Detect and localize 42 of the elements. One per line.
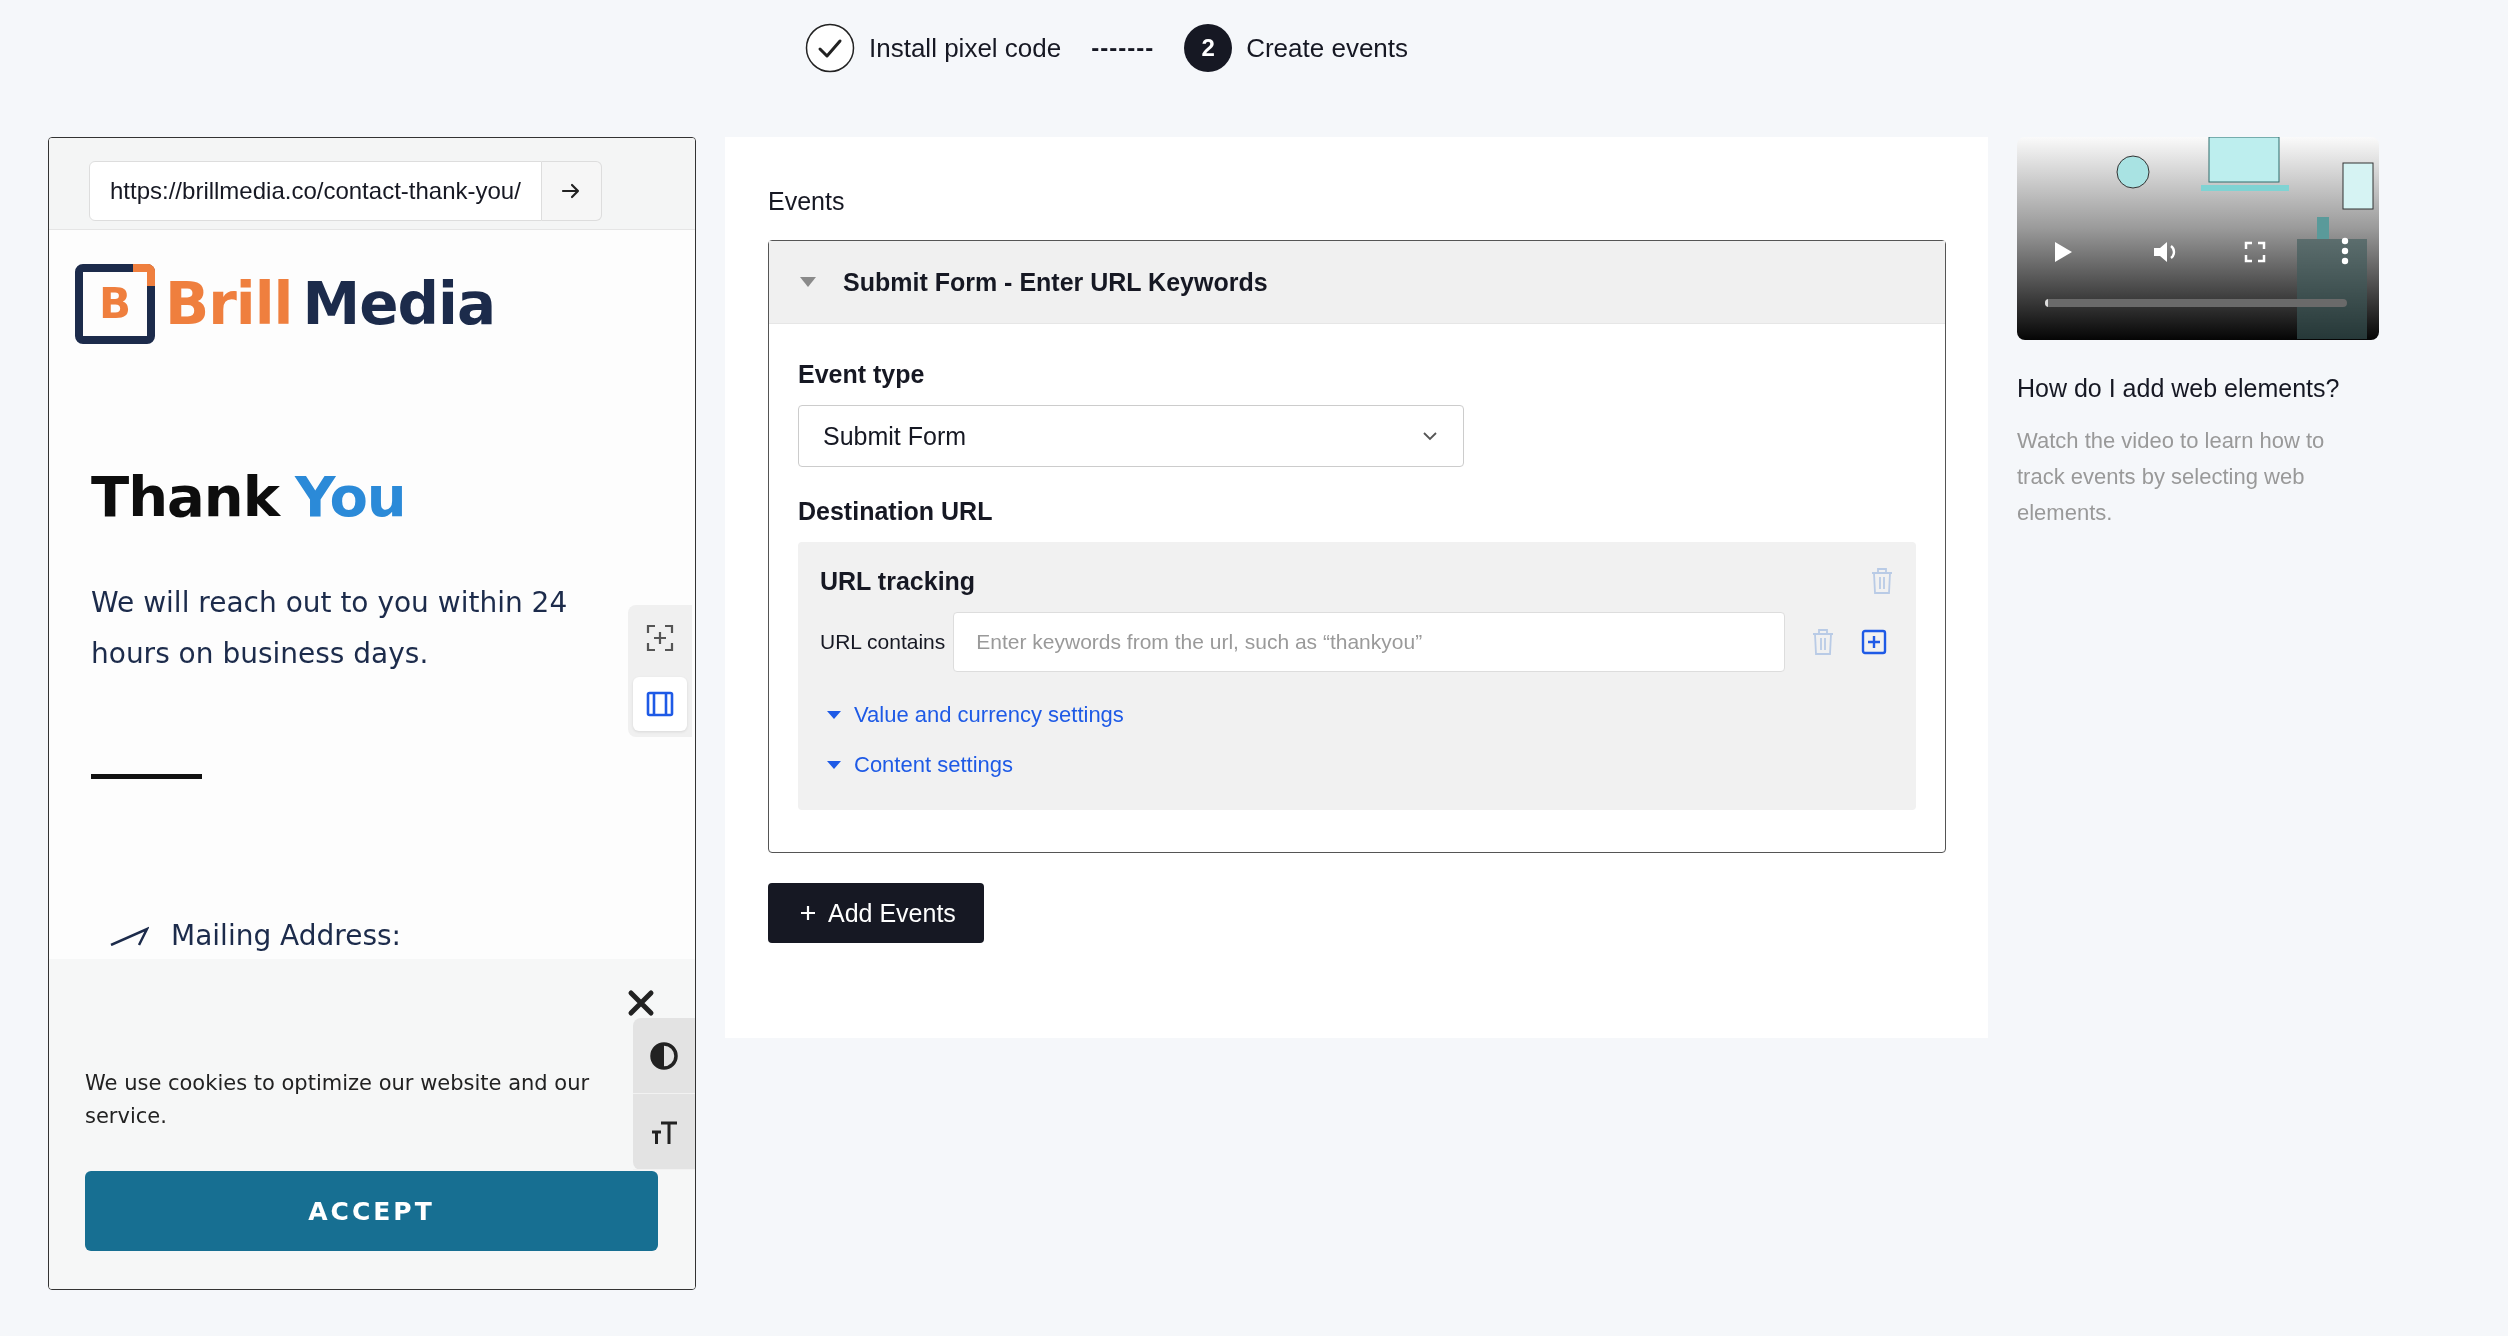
caret-icon	[826, 710, 842, 720]
chevron-down-icon	[1421, 430, 1439, 442]
thank-you-message: We will reach out to you within 24 hours on business days.	[91, 585, 569, 672]
cookie-message: We use cookies to optimize our website and our service.	[85, 1070, 591, 1130]
help-text: Watch the video to learn how to track events by selecting web elements.	[2017, 427, 2326, 527]
keyword-input[interactable]: Enter keywords from the url, such as “thankyou”	[953, 612, 1786, 672]
url-field[interactable]: https://brillmedia.co/contact-thank-you/	[89, 160, 542, 221]
crosshair-frame-icon	[645, 623, 675, 653]
rule-label: URL contains	[820, 630, 946, 654]
logo-word: Media	[302, 270, 496, 338]
help-title: How do I add web elements?	[2017, 374, 2341, 403]
settings-link[interactable]: Value and currency settings	[820, 690, 1124, 740]
logo-word: Brill	[165, 270, 293, 338]
accept-button[interactable]: ACCEPT	[85, 1171, 658, 1251]
logo-mark: B	[75, 264, 155, 344]
step-connector: -------	[1091, 34, 1155, 62]
contrast-icon	[649, 1040, 679, 1071]
step-number: 2	[1184, 24, 1233, 72]
settings-link[interactable]: Content settings	[820, 740, 1013, 790]
tracking-title: URL tracking	[820, 566, 976, 596]
columns-tool-button[interactable]	[633, 677, 687, 731]
add-events-button[interactable]: Add Events	[768, 883, 984, 943]
field-label: Event type	[798, 360, 926, 389]
event-title: Submit Form - Enter URL Keywords	[843, 267, 1268, 297]
event-header[interactable]: Submit Form - Enter URL Keywords	[769, 241, 1945, 324]
add-square-icon[interactable]	[1861, 629, 1888, 655]
plus-icon	[798, 903, 818, 923]
paper-plane-icon	[109, 925, 149, 946]
play-icon[interactable]	[2053, 241, 2073, 263]
field-label: Destination URL	[798, 497, 994, 526]
columns-icon	[645, 689, 675, 719]
fullscreen-icon[interactable]	[2244, 241, 2266, 263]
step-label: Install pixel code	[869, 32, 1062, 64]
step-label: Create events	[1246, 32, 1409, 64]
section-title: Events	[768, 187, 845, 216]
more-icon[interactable]	[2340, 237, 2350, 265]
heading-word: You	[294, 464, 406, 529]
heading-word: Thank	[91, 464, 279, 529]
close-icon[interactable]	[627, 989, 655, 1017]
caret-icon	[826, 760, 842, 770]
mailing-address-label: Mailing Address:	[171, 919, 401, 952]
event-type-dropdown[interactable]: Submit Form	[798, 405, 1464, 467]
